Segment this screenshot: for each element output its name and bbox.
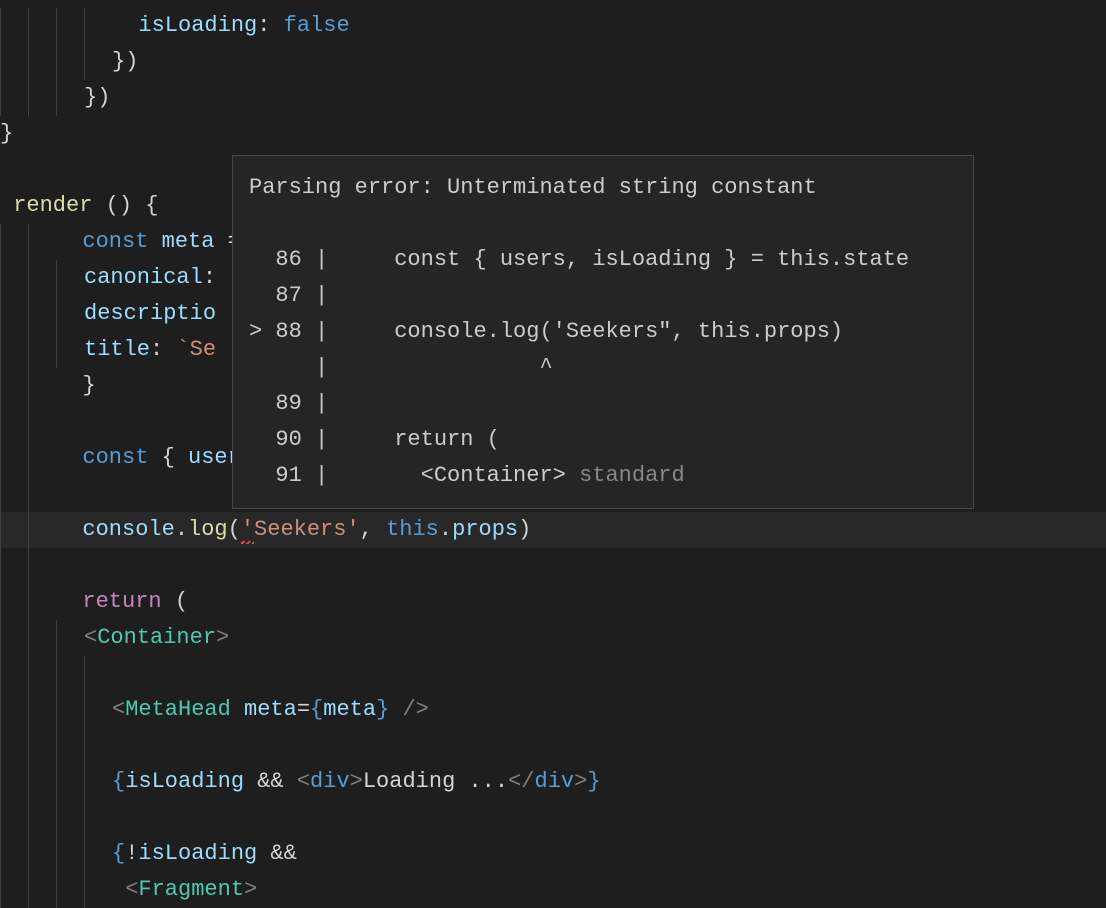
- code-line[interactable]: }): [0, 44, 1106, 80]
- code-line[interactable]: {!isLoading &&: [0, 836, 1106, 872]
- error-tooltip[interactable]: Parsing error: Unterminated string const…: [232, 155, 974, 509]
- code-token: [231, 697, 244, 722]
- code-token: Fragment: [138, 877, 244, 902]
- code-line[interactable]: <Fragment>: [0, 872, 1106, 908]
- code-token: }): [112, 49, 138, 74]
- tooltip-line: 87 |: [249, 278, 957, 314]
- code-token: Seekers': [254, 517, 360, 542]
- code-token: {: [148, 445, 188, 470]
- code-line[interactable]: }): [0, 80, 1106, 116]
- code-token: :: [203, 265, 216, 290]
- code-token: div: [535, 769, 575, 794]
- code-token: () {: [92, 193, 158, 218]
- code-token: meta: [323, 697, 376, 722]
- code-token: (: [228, 517, 241, 542]
- code-token: isLoading: [138, 841, 257, 866]
- code-line[interactable]: [0, 548, 1106, 584]
- code-token: {: [310, 697, 323, 722]
- code-token: :: [150, 337, 176, 362]
- code-token: !: [125, 841, 138, 866]
- code-token: >: [216, 625, 229, 650]
- code-token: .: [439, 517, 452, 542]
- code-token: &&: [244, 769, 297, 794]
- code-token: meta: [148, 229, 214, 254]
- code-token: >: [574, 769, 587, 794]
- code-token: {: [112, 841, 125, 866]
- code-token: <: [297, 769, 310, 794]
- code-token: }: [587, 769, 600, 794]
- code-token: </: [508, 769, 534, 794]
- code-line[interactable]: isLoading: false: [0, 8, 1106, 44]
- code-token: }): [84, 85, 110, 110]
- code-token: {: [112, 769, 125, 794]
- code-token: meta: [244, 697, 297, 722]
- code-line[interactable]: [0, 656, 1106, 692]
- code-token: <: [84, 625, 97, 650]
- code-line[interactable]: [0, 728, 1106, 764]
- code-editor[interactable]: isLoading: false }) }) } render () { con…: [0, 0, 1106, 892]
- code-token: &&: [257, 841, 297, 866]
- code-token: Loading ...: [363, 769, 508, 794]
- tooltip-blank: [249, 206, 957, 242]
- code-token: this: [386, 517, 439, 542]
- code-token: canonical: [84, 265, 203, 290]
- code-token: ,: [360, 517, 386, 542]
- code-token: false: [284, 13, 350, 38]
- code-token: >: [350, 769, 363, 794]
- code-token: div: [310, 769, 350, 794]
- tooltip-line: 90 | return (: [249, 422, 957, 458]
- tooltip-line: | ^: [249, 350, 957, 386]
- code-token: }: [0, 121, 13, 146]
- code-token: >: [244, 877, 257, 902]
- code-token: =: [297, 697, 310, 722]
- code-token: `Se: [176, 337, 216, 362]
- code-token: />: [389, 697, 429, 722]
- code-token: <: [125, 877, 138, 902]
- code-token: log: [188, 517, 228, 542]
- tooltip-line: 91 | <Container> standard: [249, 458, 957, 494]
- code-token: MetaHead: [125, 697, 231, 722]
- code-token: (: [162, 589, 188, 614]
- code-line[interactable]: }: [0, 116, 1106, 152]
- code-line[interactable]: <MetaHead meta={meta} />: [0, 692, 1106, 728]
- tooltip-line: 86 | const { users, isLoading } = this.s…: [249, 242, 957, 278]
- code-token: render: [13, 193, 92, 218]
- code-line[interactable]: return (: [0, 584, 1106, 620]
- code-token: descriptio: [84, 301, 216, 326]
- code-token: .: [175, 517, 188, 542]
- code-line[interactable]: <Container>: [0, 620, 1106, 656]
- code-token: return: [82, 589, 161, 614]
- code-token: <: [112, 697, 125, 722]
- code-token: const: [82, 229, 148, 254]
- tooltip-line: > 88 | console.log('Seekers", this.props…: [249, 314, 957, 350]
- code-token: Container: [97, 625, 216, 650]
- code-token: }: [82, 373, 95, 398]
- code-token: ): [518, 517, 531, 542]
- code-token: isLoading: [138, 13, 257, 38]
- code-token: title: [84, 337, 150, 362]
- code-line[interactable]: {isLoading && <div>Loading ...</div>}: [0, 764, 1106, 800]
- code-token: console: [82, 517, 174, 542]
- tooltip-title: Parsing error: Unterminated string const…: [249, 170, 957, 206]
- code-token: isLoading: [125, 769, 244, 794]
- code-token: :: [257, 13, 283, 38]
- code-token: props: [452, 517, 518, 542]
- tooltip-line: 89 |: [249, 386, 957, 422]
- code-token: const: [82, 445, 148, 470]
- code-token: }: [376, 697, 389, 722]
- code-line[interactable]: [0, 800, 1106, 836]
- code-line-active[interactable]: console.log('Seekers', this.props): [0, 512, 1106, 548]
- error-token: ': [241, 517, 254, 542]
